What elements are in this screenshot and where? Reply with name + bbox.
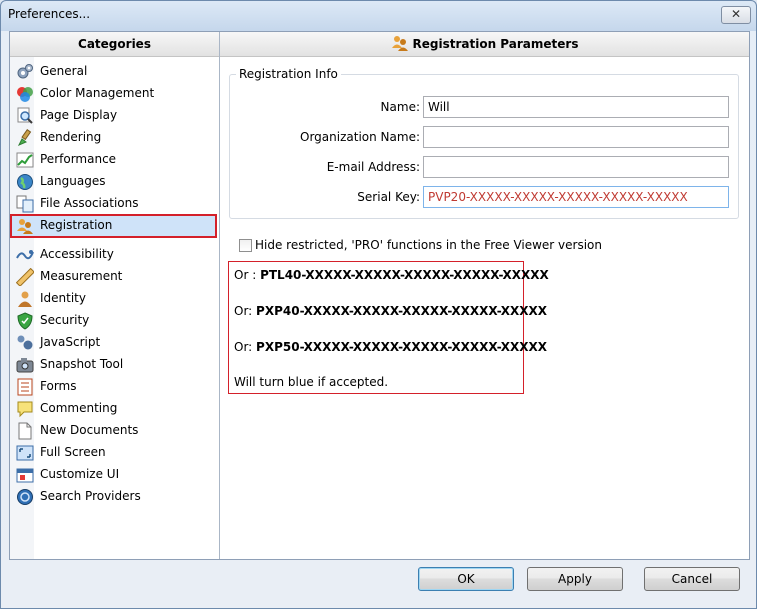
full-screen-icon <box>16 445 34 461</box>
sidebar-item-label: Rendering <box>40 130 102 144</box>
sidebar-item-label: Customize UI <box>40 467 120 481</box>
preferences-window: Preferences... ✕ Categories General Colo… <box>0 0 757 609</box>
sidebar-item-full-screen[interactable]: Full Screen <box>14 443 214 463</box>
sidebar-item-label: JavaScript <box>40 335 101 349</box>
sidebar-item-label: Commenting <box>40 401 118 415</box>
search-globe-icon <box>17 489 33 505</box>
sidebar-item-label: Accessibility <box>40 247 114 261</box>
ruler-icon <box>16 268 34 286</box>
sidebar-item-registration[interactable]: Registration <box>10 214 217 238</box>
sidebar-item-rendering[interactable]: Rendering <box>14 128 214 148</box>
name-field[interactable] <box>423 96 729 118</box>
color-circles-icon <box>17 87 33 102</box>
hide-pro-functions-checkbox[interactable] <box>239 239 252 252</box>
file-associations-icon <box>16 195 34 213</box>
note-key: PXP50-XXXXX-XXXXX-XXXXX-XXXXX-XXXXX <box>256 340 547 354</box>
sidebar-item-file-associations[interactable]: File Associations <box>14 194 214 214</box>
sidebar-item-forms[interactable]: Forms <box>14 377 214 397</box>
sidebar-item-color-management[interactable]: Color Management <box>14 84 214 104</box>
globe-icon <box>17 174 33 190</box>
registration-users-icon <box>17 219 33 234</box>
customize-ui-icon <box>16 468 34 483</box>
sidebar-item-customize-ui[interactable]: Customize UI <box>14 465 214 485</box>
categories-pane: Categories General Color Management Page… <box>10 32 220 559</box>
alternate-keys-note: Or : PTL40-XXXXX-XXXXX-XXXXX-XXXXX-XXXXX… <box>228 261 549 394</box>
close-icon: ✕ <box>730 7 742 21</box>
sidebar-item-label: General <box>40 64 88 78</box>
note-prefix: Or: <box>234 304 257 318</box>
serial-key-field[interactable] <box>423 186 729 208</box>
sidebar-item-label: Page Display <box>40 108 118 122</box>
note-line: Or: PXP50-XXXXX-XXXXX-XXXXX-XXXXX-XXXXX <box>234 340 547 354</box>
sidebar-item-label: Full Screen <box>40 445 106 459</box>
close-button[interactable]: ✕ <box>721 6 751 24</box>
sidebar-item-search-providers[interactable]: Search Providers <box>14 487 214 507</box>
note-line: Or : PTL40-XXXXX-XXXXX-XXXXX-XXXXX-XXXXX <box>234 268 549 282</box>
sidebar-item-label: Security <box>40 313 90 327</box>
sidebar-item-languages[interactable]: Languages <box>14 172 214 192</box>
person-icon <box>18 291 32 307</box>
gears-icon <box>17 64 33 79</box>
sidebar-item-general[interactable]: General <box>14 62 214 82</box>
organization-name-field[interactable] <box>423 126 729 148</box>
registration-info-group: Registration Info Name: Organization Nam… <box>229 67 739 219</box>
sidebar-item-label: File Associations <box>40 196 139 210</box>
sidebar-item-label: Performance <box>40 152 117 166</box>
sidebar-item-identity[interactable]: Identity <box>14 289 214 309</box>
form-icon <box>17 378 33 396</box>
note-key: PXP40-XXXXX-XXXXX-XXXXX-XXXXX-XXXXX <box>256 304 547 318</box>
note-prefix: Or: <box>234 340 257 354</box>
ok-button[interactable]: OK <box>418 567 514 591</box>
serial-key-label: Serial Key: <box>357 190 420 204</box>
email-field[interactable] <box>423 156 729 178</box>
registration-parameters-header: Registration Parameters <box>220 32 749 57</box>
camera-icon <box>16 358 34 373</box>
apply-button[interactable]: Apply <box>527 567 623 591</box>
hide-pro-functions-label: Hide restricted, 'PRO' functions in the … <box>255 238 602 252</box>
new-document-icon <box>18 422 32 440</box>
sidebar-item-new-documents[interactable]: New Documents <box>14 421 214 441</box>
sidebar-item-label: Registration <box>40 218 113 232</box>
sidebar-item-performance[interactable]: Performance <box>14 150 214 170</box>
sidebar-item-security[interactable]: Security <box>14 311 214 331</box>
sidebar-item-label: Identity <box>40 291 86 305</box>
sidebar-item-commenting[interactable]: Commenting <box>14 399 214 419</box>
name-label: Name: <box>380 100 420 114</box>
window-title: Preferences... <box>8 7 91 21</box>
sidebar-item-label: Snapshot Tool <box>40 357 124 371</box>
sidebar-item-label: Forms <box>40 379 77 393</box>
note-key: PTL40-XXXXX-XXXXX-XXXXX-XXXXX-XXXXX <box>260 268 549 282</box>
group-title: Registration Info <box>236 67 341 81</box>
magnifier-page-icon <box>17 107 33 124</box>
registration-users-icon <box>391 36 408 51</box>
sidebar-item-measurement[interactable]: Measurement <box>14 267 214 287</box>
sidebar-item-page-display[interactable]: Page Display <box>14 106 214 126</box>
cancel-button[interactable]: Cancel <box>644 567 740 591</box>
sidebar-item-label: Search Providers <box>40 489 141 503</box>
note-line: Or: PXP40-XXXXX-XXXXX-XXXXX-XXXXX-XXXXX <box>234 304 547 318</box>
shield-icon <box>17 312 33 330</box>
sidebar-item-accessibility[interactable]: Accessibility <box>14 245 214 265</box>
chart-icon <box>16 152 34 168</box>
categories-header: Categories <box>10 32 219 57</box>
panel-title: Registration Parameters <box>412 37 579 51</box>
sidebar-item-snapshot-tool[interactable]: Snapshot Tool <box>14 355 214 375</box>
javascript-icon <box>17 335 33 350</box>
sidebar-item-label: New Documents <box>40 423 139 437</box>
organization-name-label: Organization Name: <box>300 130 420 144</box>
note-prefix: Or : <box>234 268 261 282</box>
comment-icon <box>17 401 33 418</box>
title-bar[interactable]: Preferences... ✕ <box>1 1 756 29</box>
sidebar-item-label: Languages <box>40 174 106 188</box>
email-label: E-mail Address: <box>326 160 420 174</box>
accessibility-icon <box>16 250 34 260</box>
note-line: Will turn blue if accepted. <box>234 375 389 389</box>
sidebar-item-label: Measurement <box>40 269 123 283</box>
sidebar-item-javascript[interactable]: JavaScript <box>14 333 214 353</box>
dialog-client-area: Categories General Color Management Page… <box>9 31 750 560</box>
paint-brush-icon <box>17 129 32 146</box>
sidebar-item-label: Color Management <box>40 86 155 100</box>
